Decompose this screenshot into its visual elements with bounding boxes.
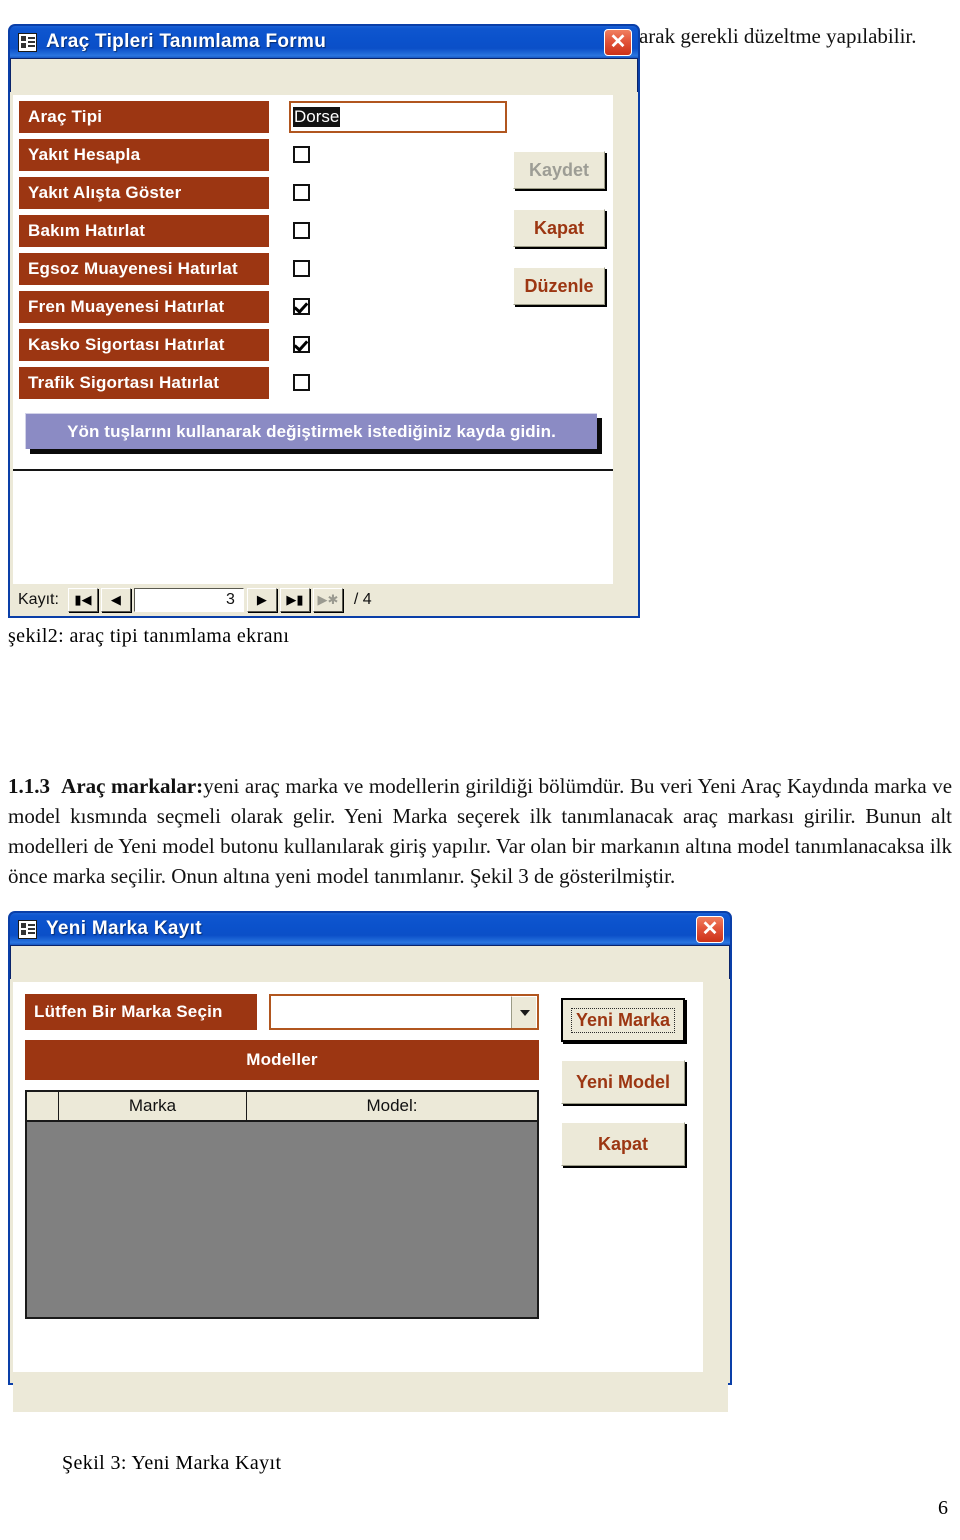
- figure2-caption: şekil2: araç tipi tanımlama ekranı: [8, 625, 290, 647]
- chevron-down-icon[interactable]: [511, 996, 537, 1028]
- marka-combobox[interactable]: [269, 994, 539, 1030]
- navigation-hint-message: Yön tuşlarını kullanarak değiştirmek ist…: [25, 413, 597, 449]
- figure3-caption: Şekil 3: Yeni Marka Kayıt: [62, 1452, 282, 1474]
- marka-combobox-value: [271, 996, 511, 1028]
- dialog1-titlebar: Araç Tipleri Tanımlama Formu ✕: [8, 24, 640, 58]
- dialog2-title: Yeni Marka Kayıt: [46, 918, 202, 939]
- yeni-marka-button[interactable]: Yeni Marka: [561, 998, 685, 1042]
- checkbox-fren-muayenesi-hatirlat[interactable]: [293, 298, 310, 315]
- field-label-egsoz-muayenesi-hatirlat: Egsoz Muayenesi Hatırlat: [19, 253, 269, 285]
- dialog1-title: Araç Tipleri Tanımlama Formu: [46, 31, 327, 52]
- dialog2-footer-strip: [13, 1372, 728, 1412]
- checkbox-kasko-sigortasi-hatirlat[interactable]: [293, 336, 310, 353]
- dialog2-form-canvas: Lütfen Bir Marka Seçin Modeller Marka Mo…: [13, 982, 703, 1372]
- field-label-yakit-hesapla: Yakıt Hesapla: [19, 139, 269, 171]
- grid-column-model[interactable]: Model:: [247, 1092, 537, 1120]
- form-icon: [18, 919, 37, 939]
- grid-column-selector[interactable]: [27, 1092, 59, 1120]
- first-record-icon[interactable]: ▮◀: [67, 588, 98, 612]
- duzenle-button[interactable]: Düzenle: [513, 267, 605, 305]
- current-record-value: 3: [226, 591, 235, 608]
- new-record-icon[interactable]: ▶✱: [312, 588, 343, 612]
- kapat-button[interactable]: Kapat: [561, 1122, 685, 1166]
- last-record-icon[interactable]: ▶▮: [279, 588, 310, 612]
- next-record-icon[interactable]: ▶: [246, 588, 277, 612]
- previous-record-icon[interactable]: ◀: [100, 588, 131, 612]
- close-icon[interactable]: ✕: [696, 916, 724, 943]
- dialog1-form-canvas: Araç Tipi Yakıt Hesapla Yakıt Alışta Gös…: [13, 95, 613, 610]
- field-label-bakim-hatirlat: Bakım Hatırlat: [19, 215, 269, 247]
- grid-column-marka[interactable]: Marka: [59, 1092, 247, 1120]
- checkbox-bakim-hatirlat[interactable]: [293, 222, 310, 239]
- kapat-button[interactable]: Kapat: [513, 209, 605, 247]
- dialog1-right-strip: [613, 95, 636, 610]
- dialog2-titlebar: Yeni Marka Kayıt ✕: [8, 911, 732, 945]
- checkbox-yakit-hesapla[interactable]: [293, 146, 310, 163]
- modeller-grid-body[interactable]: [25, 1122, 539, 1319]
- modeller-grid-header: Marka Model:: [25, 1090, 539, 1122]
- record-navigator-label: Kayıt:: [18, 591, 59, 608]
- total-records-label: / 4: [353, 591, 372, 608]
- arac-tipi-input[interactable]: Dorse: [289, 101, 507, 133]
- dialog1-body: Araç Tipi Yakıt Hesapla Yakıt Alışta Gös…: [10, 92, 638, 616]
- close-icon[interactable]: ✕: [604, 29, 632, 56]
- form-separator: [13, 469, 613, 471]
- page-number: 6: [938, 1497, 948, 1519]
- dialog2-body: Lütfen Bir Marka Seçin Modeller Marka Mo…: [10, 979, 730, 1412]
- yeni-marka-kayit-dialog: Yeni Marka Kayıt ✕ Lütfen Bir Marka Seçi…: [8, 911, 732, 1412]
- field-label-arac-tipi: Araç Tipi: [19, 101, 269, 133]
- section-title: Araç markalar:: [61, 774, 204, 798]
- yeni-model-button[interactable]: Yeni Model: [561, 1060, 685, 1104]
- checkbox-yakit-alista-goster[interactable]: [293, 184, 310, 201]
- dialog2-right-strip: [703, 982, 728, 1372]
- record-navigator: Kayıt: ▮◀ ◀ 3 ▶ ▶▮ ▶✱ / 4: [10, 584, 638, 616]
- checkbox-egsoz-muayenesi-hatirlat[interactable]: [293, 260, 310, 277]
- section-paragraph: 1.1.3 Araç markalar:yeni araç marka ve m…: [8, 771, 952, 891]
- section-number: 1.1.3: [8, 774, 50, 798]
- form-icon: [18, 32, 37, 52]
- arac-tipi-input-value: Dorse: [293, 107, 341, 127]
- field-label-yakit-alista-goster: Yakıt Alışta Göster: [19, 177, 269, 209]
- field-label-trafik-sigortasi-hatirlat: Trafik Sigortası Hatırlat: [19, 367, 269, 399]
- kaydet-button[interactable]: Kaydet: [513, 151, 605, 189]
- field-label-kasko-sigortasi-hatirlat: Kasko Sigortası Hatırlat: [19, 329, 269, 361]
- arac-tipleri-dialog: Araç Tipleri Tanımlama Formu ✕ Araç Tipi…: [8, 24, 640, 618]
- modeller-section-header: Modeller: [25, 1040, 539, 1080]
- yeni-marka-button-label: Yeni Marka: [570, 1007, 676, 1033]
- checkbox-trafik-sigortasi-hatirlat[interactable]: [293, 374, 310, 391]
- current-record-input[interactable]: 3: [133, 588, 244, 612]
- field-label-fren-muayenesi-hatirlat: Fren Muayenesi Hatırlat: [19, 291, 269, 323]
- marka-secin-label: Lütfen Bir Marka Seçin: [25, 994, 257, 1030]
